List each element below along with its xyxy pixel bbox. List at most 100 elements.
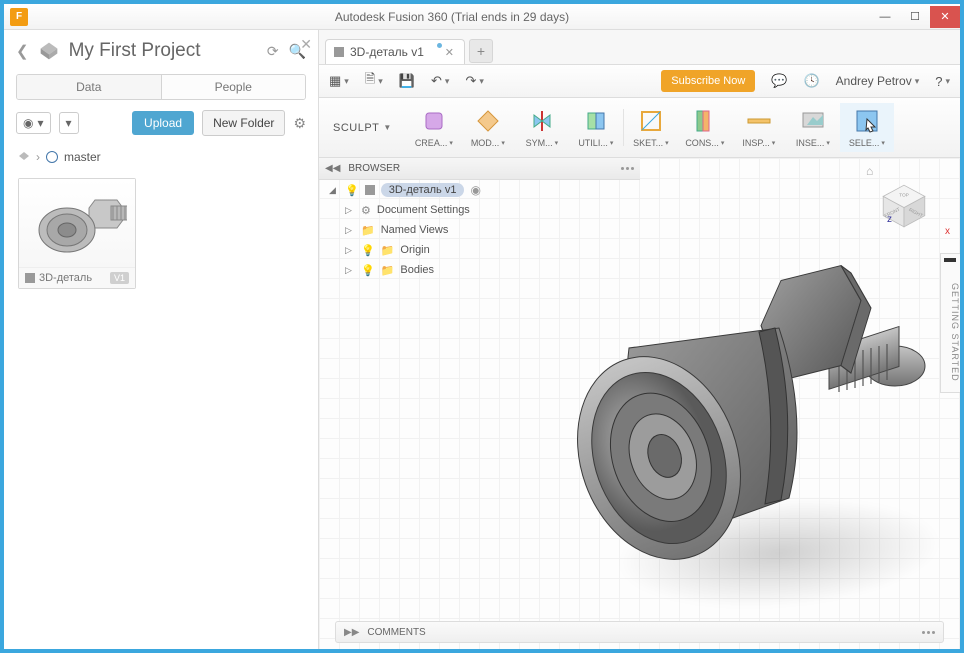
titlebar: F Autodesk Fusion 360 (Trial ends in 29 … xyxy=(4,4,960,30)
viewcube[interactable]: ⌂ TOP FRONT RIGHT xyxy=(876,178,934,236)
ribbon-insert[interactable]: INSE...▾ xyxy=(786,103,840,152)
window-title: Autodesk Fusion 360 (Trial ends in 29 da… xyxy=(34,10,870,24)
project-title: My First Project xyxy=(69,40,257,62)
folder-icon: 📁 xyxy=(381,244,395,257)
workspace-selector[interactable]: SCULPT▼ xyxy=(319,122,406,134)
thumbnail-name: 3D-деталь xyxy=(39,272,92,284)
subscribe-button[interactable]: Subscribe Now xyxy=(661,70,755,92)
tab-data[interactable]: Data xyxy=(17,75,161,99)
new-folder-button[interactable]: New Folder xyxy=(202,110,285,136)
ribbon-select[interactable]: SELE...▾ xyxy=(840,103,894,152)
tree-label: Origin xyxy=(400,244,429,256)
tab-people[interactable]: People xyxy=(161,75,306,99)
slider-handle-icon[interactable] xyxy=(944,258,956,262)
expand-icon[interactable]: ▷ xyxy=(345,225,355,236)
comments-bar[interactable]: ▶▶ COMMENTS xyxy=(335,621,944,643)
lightbulb-icon[interactable]: 💡 xyxy=(345,184,359,197)
home-view-icon[interactable]: ⌂ xyxy=(866,164,873,178)
comments-label: COMMENTS xyxy=(367,627,425,638)
settings-gear-icon[interactable]: ⚙ xyxy=(293,115,306,132)
lightbulb-icon[interactable]: 💡 xyxy=(361,264,375,277)
notifications-button[interactable]: 💬 xyxy=(771,73,787,89)
file-menu-button[interactable]: 🗎▾ xyxy=(365,70,383,92)
panel-close-icon[interactable]: ✕ xyxy=(300,36,312,53)
maximize-button[interactable]: ☐ xyxy=(900,6,930,28)
upload-button[interactable]: Upload xyxy=(132,111,194,135)
close-tab-icon[interactable]: ✕ xyxy=(445,46,454,59)
grid-icon: ▦ xyxy=(329,73,341,89)
quick-access-toolbar: ▦▾ 🗎▾ 💾 ↶▾ ↷▾ Subscribe Now 💬 🕓 Andrey P… xyxy=(319,64,960,98)
ribbon-modify[interactable]: MOD...▾ xyxy=(461,103,515,152)
redo-button[interactable]: ↷▾ xyxy=(465,73,483,89)
tree-label: Bodies xyxy=(400,264,434,276)
expand-icon[interactable]: ▷ xyxy=(345,245,355,256)
component-icon xyxy=(25,273,35,283)
tree-root[interactable]: ◢ 💡 3D-деталь v1 ◉ xyxy=(329,180,481,200)
tree-bodies[interactable]: ▷ 💡 📁 Bodies xyxy=(329,260,481,280)
help-button[interactable]: ?▾ xyxy=(935,74,950,89)
save-button[interactable]: 💾 xyxy=(399,73,415,89)
branch-row[interactable]: › master xyxy=(4,146,318,168)
refresh-icon[interactable]: ⟳ xyxy=(267,43,279,60)
ribbon-toolbar: SCULPT▼ CREA...▾ MOD...▾ SYM...▾ UTILI..… xyxy=(319,98,960,158)
tree-origin[interactable]: ▷ 💡 📁 Origin xyxy=(329,240,481,260)
user-menu[interactable]: Andrey Petrov▾ xyxy=(836,74,920,88)
browser-title: BROWSER xyxy=(348,163,400,174)
browser-panel-header[interactable]: ◀◀ BROWSER xyxy=(319,158,640,180)
browser-menu-icon[interactable] xyxy=(621,167,634,170)
model-3d[interactable] xyxy=(539,248,960,628)
app-icon: F xyxy=(10,8,28,26)
folder-icon: 📁 xyxy=(361,224,375,237)
ribbon-utilities[interactable]: UTILI...▾ xyxy=(569,103,623,152)
axis-x-label: x xyxy=(945,226,950,237)
comments-expand-icon[interactable]: ▶▶ xyxy=(344,627,359,638)
branch-circle-icon xyxy=(46,151,58,163)
minimize-button[interactable]: — xyxy=(870,6,900,28)
back-icon[interactable]: ❮ xyxy=(16,42,29,60)
collapse-icon[interactable]: ◢ xyxy=(329,185,339,196)
tree-label: Document Settings xyxy=(377,204,470,216)
getting-started-tab[interactable]: GETTING STARTED xyxy=(940,253,960,393)
axis-z-label: z xyxy=(887,214,892,225)
thumbnail-preview xyxy=(19,179,135,267)
help-icon: ? xyxy=(935,74,942,89)
ribbon-inspect[interactable]: INSP...▾ xyxy=(732,103,786,152)
ribbon-create[interactable]: CREA...▾ xyxy=(407,103,461,152)
expand-icon[interactable]: ▷ xyxy=(345,265,355,276)
canvas[interactable]: ◀◀ BROWSER ◢ 💡 3D-деталь v1 ◉ ▷ ⚙ xyxy=(319,158,960,649)
ribbon-sketch[interactable]: SKET...▾ xyxy=(624,103,678,152)
file-icon: 🗎 xyxy=(365,70,375,92)
fusion-logo-icon xyxy=(39,41,59,61)
branch-name: master xyxy=(64,150,101,164)
undo-button[interactable]: ↶▾ xyxy=(431,73,449,89)
comments-menu-icon[interactable] xyxy=(922,631,935,634)
tree-doc-settings[interactable]: ▷ ⚙ Document Settings xyxy=(329,200,481,220)
save-icon: 💾 xyxy=(399,73,415,89)
radio-icon[interactable]: ◉ xyxy=(470,183,480,197)
redo-icon: ↷ xyxy=(465,73,476,89)
viewcube-top: TOP xyxy=(899,192,909,198)
filter-dropdown[interactable]: ◉▾ xyxy=(16,112,51,134)
app-menu-button[interactable]: ▦▾ xyxy=(329,73,349,89)
ribbon-symmetry[interactable]: SYM...▾ xyxy=(515,103,569,152)
panel-tabs: Data People xyxy=(16,74,306,100)
clock-icon: 🕓 xyxy=(803,73,819,89)
document-tab[interactable]: 3D-деталь v1 ✕ xyxy=(325,39,465,64)
branch-chevron-icon: › xyxy=(36,150,40,164)
new-tab-button[interactable]: + xyxy=(469,39,493,63)
document-tab-label: 3D-деталь v1 xyxy=(350,45,424,59)
lightbulb-off-icon[interactable]: 💡 xyxy=(361,244,375,257)
document-tabs: 3D-деталь v1 ✕ + xyxy=(319,30,960,64)
undo-icon: ↶ xyxy=(431,73,442,89)
sort-dropdown[interactable]: ▾ xyxy=(59,112,79,134)
expand-icon[interactable]: ▷ xyxy=(345,205,355,216)
jobs-button[interactable]: 🕓 xyxy=(803,73,819,89)
thumbnail-version: V1 xyxy=(110,272,129,284)
center-area: 3D-деталь v1 ✕ + ▦▾ 🗎▾ 💾 ↶▾ ↷▾ Subscribe… xyxy=(319,30,960,649)
close-button[interactable]: ✕ xyxy=(930,6,960,28)
tree-named-views[interactable]: ▷ 📁 Named Views xyxy=(329,220,481,240)
design-thumbnail[interactable]: 3D-деталь V1 xyxy=(18,178,136,289)
ribbon-construct[interactable]: CONS...▾ xyxy=(678,103,732,152)
fusion-mini-icon xyxy=(18,151,30,163)
browser-collapse-icon[interactable]: ◀◀ xyxy=(325,163,340,174)
